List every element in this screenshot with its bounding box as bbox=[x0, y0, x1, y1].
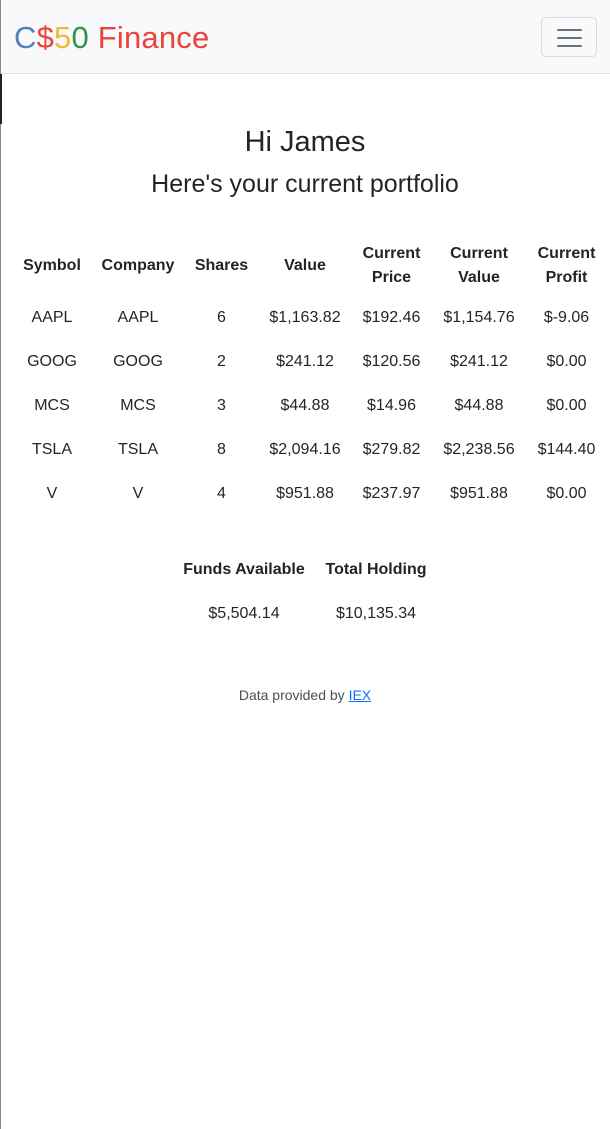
cell-current-value: $44.88 bbox=[454, 397, 504, 414]
brand-word-finance: Finance bbox=[88, 20, 210, 55]
iex-link[interactable]: IEX bbox=[349, 687, 372, 703]
table-row: GOOG GOOG 2 $241.12 $120.56 $241.12 $0.0… bbox=[9, 340, 610, 384]
col-value: Value bbox=[284, 257, 326, 274]
totals-header-row: Funds Available Total Holding bbox=[174, 548, 438, 592]
cell-current-price: $279.82 bbox=[362, 441, 421, 458]
cell-current-value: $951.88 bbox=[450, 485, 508, 502]
cell-current-price: $14.96 bbox=[367, 397, 416, 414]
brand-char-5: 5 bbox=[54, 20, 72, 55]
cell-current-price: $237.97 bbox=[362, 485, 421, 502]
cell-shares: 3 bbox=[217, 397, 226, 414]
totals-row: $5,504.14 $10,135.34 bbox=[174, 592, 438, 636]
col-total-holding: Total Holding bbox=[325, 561, 427, 578]
cell-current-profit: $144.40 bbox=[537, 441, 596, 458]
footer: Data provided by IEX bbox=[0, 684, 610, 706]
cell-company: TSLA bbox=[117, 441, 158, 458]
navbar: C$50 Finance bbox=[1, 0, 610, 74]
cell-current-profit: $0.00 bbox=[546, 353, 587, 370]
cell-symbol: GOOG bbox=[27, 353, 77, 370]
cell-symbol: TSLA bbox=[31, 441, 72, 458]
cell-current-value: $2,238.56 bbox=[443, 441, 515, 458]
cell-current-price: $192.46 bbox=[362, 309, 421, 326]
cell-symbol: MCS bbox=[34, 397, 70, 414]
cell-current-profit: $-9.06 bbox=[543, 309, 590, 326]
brand-char-0: 0 bbox=[71, 20, 89, 55]
cell-shares: 6 bbox=[217, 309, 226, 326]
cell-value: $2,094.16 bbox=[269, 441, 341, 458]
col-current-value-label: Current Value bbox=[450, 245, 508, 286]
cell-shares: 2 bbox=[217, 353, 226, 370]
col-symbol: Symbol bbox=[23, 257, 81, 274]
brand-char-c: C bbox=[14, 20, 37, 55]
portfolio-table: Symbol Company Shares Value Current Pric… bbox=[9, 236, 610, 516]
table-row: MCS MCS 3 $44.88 $14.96 $44.88 $0.00 bbox=[9, 384, 610, 428]
funds-available-value: $5,504.14 bbox=[208, 605, 280, 622]
cell-shares: 8 bbox=[217, 441, 226, 458]
cell-value: $1,163.82 bbox=[269, 309, 341, 326]
brand-char-dollar: $ bbox=[36, 20, 55, 55]
cell-value: $951.88 bbox=[276, 485, 334, 502]
cell-company: V bbox=[132, 485, 144, 502]
brand-logo[interactable]: C$50 Finance bbox=[14, 19, 209, 57]
total-holding-value: $10,135.34 bbox=[335, 605, 417, 622]
col-current-price: Current Price bbox=[348, 236, 435, 296]
cell-current-profit: $0.00 bbox=[546, 485, 587, 502]
cell-symbol: V bbox=[46, 485, 58, 502]
cell-shares: 4 bbox=[217, 485, 226, 502]
cell-current-value: $1,154.76 bbox=[443, 309, 515, 326]
col-funds-available: Funds Available bbox=[183, 561, 305, 578]
table-row: AAPL AAPL 6 $1,163.82 $192.46 $1,154.76 … bbox=[9, 296, 610, 340]
cell-current-value: $241.12 bbox=[450, 353, 508, 370]
greeting-title: Hi James bbox=[244, 126, 366, 158]
table-header-row: Symbol Company Shares Value Current Pric… bbox=[9, 236, 610, 296]
cell-symbol: AAPL bbox=[31, 309, 73, 326]
cell-value: $241.12 bbox=[276, 353, 334, 370]
col-company: Company bbox=[101, 257, 175, 274]
cell-company: MCS bbox=[120, 397, 156, 414]
cell-current-price: $120.56 bbox=[362, 353, 421, 370]
table-row: V V 4 $951.88 $237.97 $951.88 $0.00 bbox=[9, 472, 610, 516]
greeting-subtitle: Here's your current portfolio bbox=[151, 170, 459, 198]
footer-text: Data provided by bbox=[238, 687, 345, 703]
totals-table: Funds Available Total Holding $5,504.14 … bbox=[174, 548, 438, 636]
col-current-price-label: Current Price bbox=[362, 245, 421, 286]
cell-value: $44.88 bbox=[280, 397, 330, 414]
col-current-value: Current Value bbox=[435, 236, 523, 296]
col-shares: Shares bbox=[194, 257, 249, 274]
table-row: TSLA TSLA 8 $2,094.16 $279.82 $2,238.56 … bbox=[9, 428, 610, 472]
window-edge-shadow bbox=[0, 74, 2, 124]
cell-company: GOOG bbox=[113, 353, 163, 370]
cell-company: AAPL bbox=[117, 309, 159, 326]
cell-current-profit: $0.00 bbox=[546, 397, 587, 414]
col-current-profit-label: Current Profit bbox=[537, 245, 596, 286]
navbar-toggler-button[interactable] bbox=[541, 17, 597, 57]
col-current-profit: Current Profit bbox=[523, 236, 610, 296]
